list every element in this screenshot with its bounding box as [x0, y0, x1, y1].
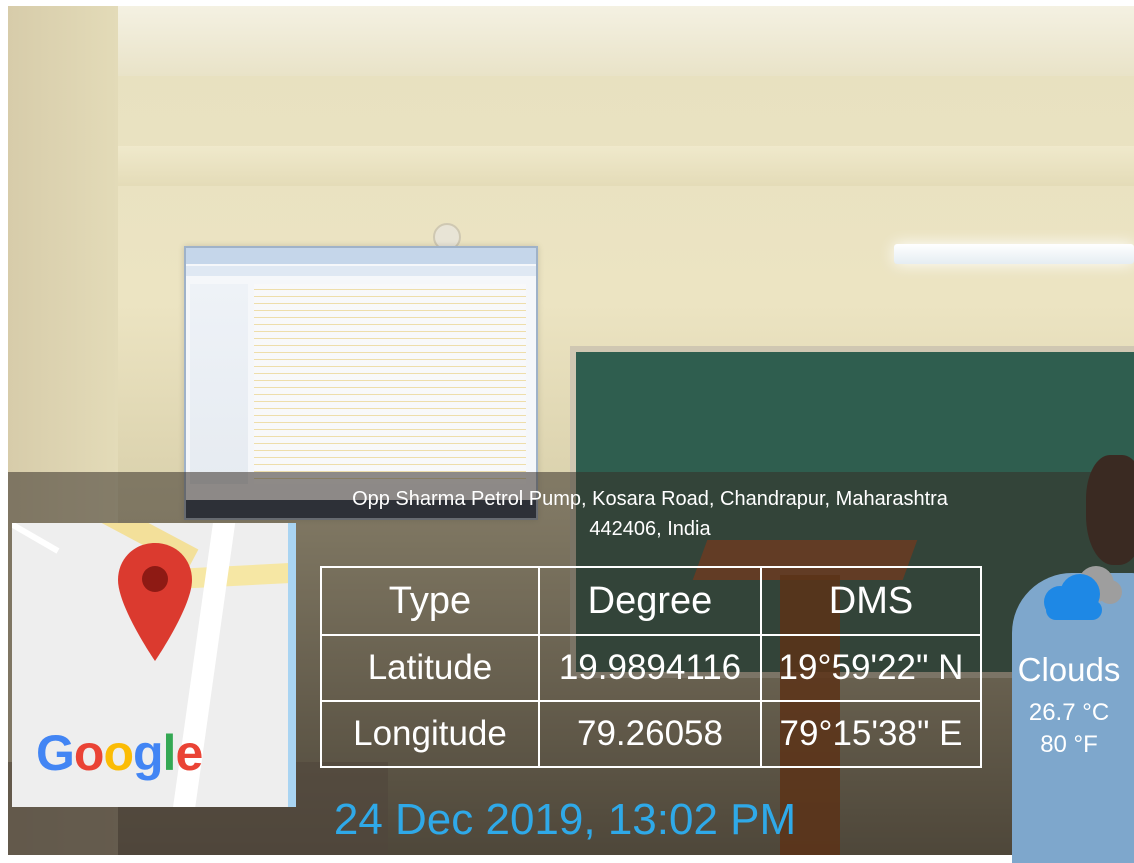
google-logo-letter: o [103, 725, 134, 781]
google-logo-letter: o [73, 725, 105, 781]
longitude-dms: 79°15'38" E [760, 700, 982, 768]
datetime-stamp: 24 Dec 2019, 13:02 PM [333, 795, 797, 844]
coordinates-table: Type Degree DMS Latitude 19.9894116 19°5… [320, 566, 982, 768]
temperature-fahrenheit: 80 °F [1040, 731, 1098, 758]
map-thumbnail[interactable]: Google [12, 523, 296, 807]
tube-light [894, 244, 1134, 264]
map-pin-icon [118, 543, 192, 661]
cloud-icon [1044, 566, 1122, 620]
table-header-row: Type Degree DMS [320, 566, 982, 636]
latitude-degree: 19.9894116 [538, 634, 762, 702]
address-text: Opp Sharma Petrol Pump, Kosara Road, Cha… [300, 484, 1000, 544]
latitude-label: Latitude [320, 634, 540, 702]
google-logo: Google [36, 724, 203, 782]
address-line-1: Opp Sharma Petrol Pump, Kosara Road, Cha… [352, 488, 948, 510]
ceiling-beam [8, 146, 1134, 186]
weather-panel: Clouds 26.7 °C 80 °F [1004, 560, 1134, 759]
google-logo-letter: G [36, 725, 75, 781]
address-line-2: 442406, India [589, 518, 711, 540]
ceiling [8, 6, 1134, 76]
google-logo-letter: g [133, 725, 164, 781]
weather-condition: Clouds [1017, 651, 1121, 688]
latitude-dms: 19°59'22" N [760, 634, 982, 702]
longitude-degree: 79.26058 [538, 700, 762, 768]
table-row: Longitude 79.26058 79°15'38" E [320, 700, 982, 768]
col-header-dms: DMS [760, 566, 982, 636]
col-header-degree: Degree [538, 566, 762, 636]
longitude-label: Longitude [320, 700, 540, 768]
col-header-type: Type [320, 566, 540, 636]
temperature-celsius: 26.7 °C [1028, 699, 1110, 726]
google-logo-letter: e [175, 725, 203, 781]
google-logo-letter: l [162, 725, 177, 781]
table-row: Latitude 19.9894116 19°59'22" N [320, 634, 982, 702]
